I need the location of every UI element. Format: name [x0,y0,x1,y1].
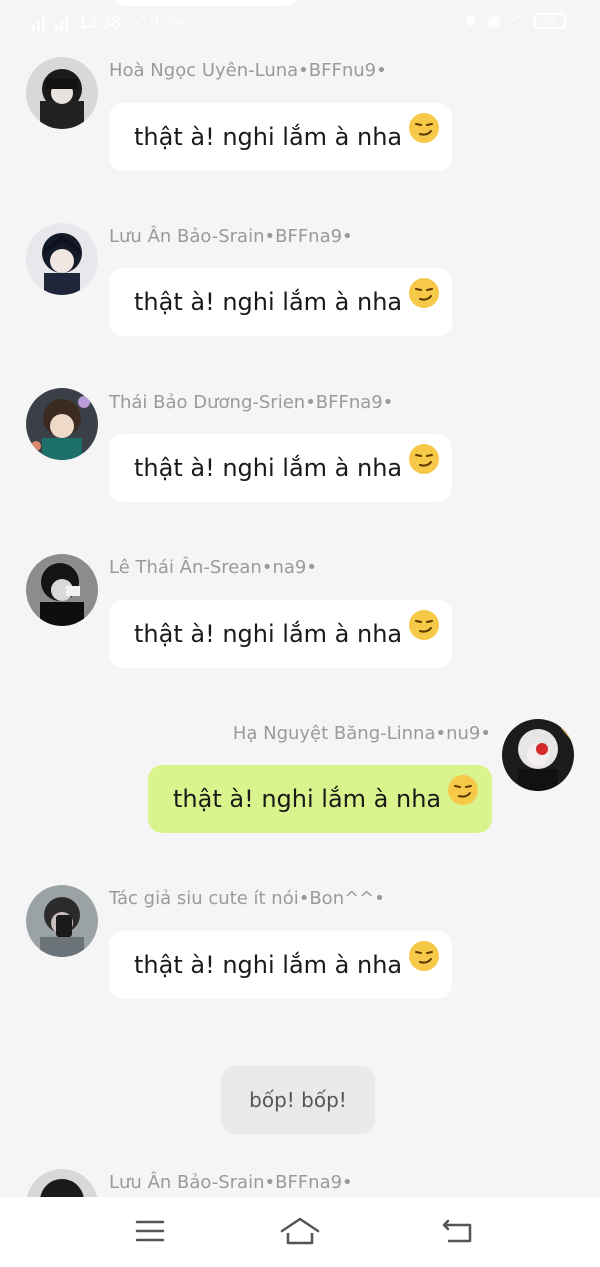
sender-name: Tác giả siu cute ít nói•Bon^^• [109,888,385,909]
smirk-emoji-icon [408,599,440,667]
menu-icon[interactable] [128,1213,172,1249]
smirk-emoji-icon [408,930,440,998]
sender-name: Hạ Nguyệt Băng-Linna•nu9• [232,723,491,744]
message-text: thật à! nghi lắm à nha [134,620,403,648]
sender-name: Thái Bảo Dương-Srien•BFFna9• [109,392,394,413]
message-text: thật à! nghi lắm à nha [134,454,403,482]
sender-name: Hoà Ngọc Uyên-Luna•BFFnu9• [109,60,387,81]
message-bubble[interactable]: thật à! nghi lắm à nha [109,434,452,502]
message-text: thật à! nghi lắm à nha [173,785,442,813]
smirk-emoji-icon [408,433,440,501]
wifi-icon: ◠ [510,13,524,30]
message-bubble[interactable]: thật à! nghi lắm à nha [109,268,452,336]
signal-icon [32,15,45,31]
chat-area[interactable]: Hoà Ngọc Uyên-Luna•BFFnu9• thật à! nghi … [0,0,600,1197]
smirk-emoji-icon [408,267,440,335]
message-bubble[interactable]: thật à! nghi lắm à nha [148,765,492,833]
navigation-bar [0,1197,600,1267]
sender-name: Lê Thái Ân-Srean•na9• [109,557,317,578]
battery-icon: 68 [534,13,566,29]
avatar[interactable] [502,719,574,791]
avatar[interactable] [26,57,98,129]
smirk-emoji-icon [408,102,440,170]
message-text: thật à! nghi lắm à nha [134,123,403,151]
back-icon[interactable] [436,1213,480,1249]
bluetooth-icon: ✱ [464,13,477,30]
sender-name: Lưu Ân Bảo-Srain•BFFna9• [109,226,353,247]
message-text: thật à! nghi lắm à nha [134,951,403,979]
message-bubble[interactable]: thật à! nghi lắm à nha [109,931,452,999]
message-text: thật à! nghi lắm à nha [134,288,403,316]
avatar[interactable] [26,223,98,295]
system-message: bốp! bốp! [221,1066,375,1134]
smirk-emoji-icon [447,764,479,832]
vibrate-icon: ▣ [486,13,501,30]
avatar[interactable] [26,554,98,626]
avatar[interactable] [26,388,98,460]
message-bubble[interactable]: thật à! nghi lắm à nha [109,103,452,171]
sender-name: Lưu Ân Bảo-Srain•BFFna9• [109,1172,353,1193]
avatar[interactable] [26,1169,98,1197]
message-bubble[interactable]: thật à! nghi lắm à nha [109,600,452,668]
signal-icon [55,15,68,31]
notification-icons: ⓒ ⓕ ⓜ ··· [130,15,204,32]
home-icon[interactable] [278,1213,322,1249]
status-bar: 13:38 ⓒ ⓕ ⓜ ··· ✱ ▣ ◠ 68 [0,0,600,46]
clock: 13:38 [78,12,121,32]
avatar[interactable] [26,885,98,957]
